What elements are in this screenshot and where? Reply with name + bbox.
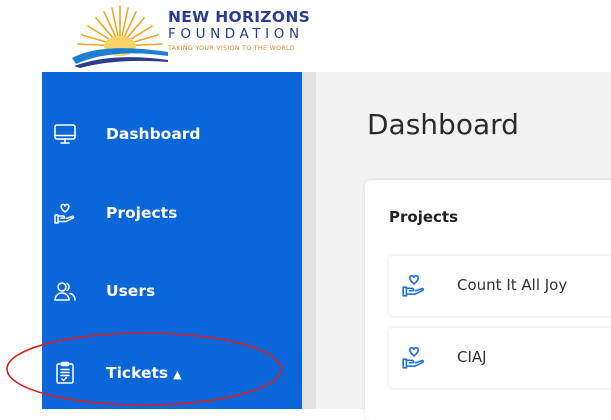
project-row-ciaj[interactable]: CIAJ <box>389 328 611 388</box>
sidebar-item-label: Tickets ▲ <box>106 364 182 382</box>
sidebar-divider <box>302 72 316 409</box>
brand-title: NEW HORIZONS <box>168 8 311 26</box>
sidebar-item-label: Projects <box>106 204 178 222</box>
sidebar-item-users[interactable]: Users <box>42 271 302 311</box>
card-title: Projects <box>389 208 459 226</box>
users-icon <box>54 282 76 301</box>
project-name: CIAJ <box>457 348 487 366</box>
heart-hand-icon <box>402 346 425 369</box>
page-title: Dashboard <box>367 108 519 141</box>
brand-tagline: TAKING YOUR VISION TO THE WORLD <box>168 45 295 52</box>
sidebar-item-label: Users <box>106 282 156 300</box>
sidebar-nav: Dashboard Projects Users Tickets ▲ <box>42 72 302 409</box>
main-content: Dashboard Projects Count It All Joy CIAJ <box>316 72 611 420</box>
brand-subtitle: FOUNDATION <box>168 26 304 42</box>
top-header: NEW HORIZONS FOUNDATION TAKING YOUR VISI… <box>0 0 611 72</box>
projects-card: Projects Count It All Joy CIAJ <box>365 180 611 420</box>
monitor-icon <box>54 124 76 144</box>
sunburst-logo-icon <box>72 5 168 68</box>
sidebar-item-tickets[interactable]: Tickets ▲ <box>42 353 302 393</box>
project-name: Count It All Joy <box>457 276 568 294</box>
sidebar-item-dashboard[interactable]: Dashboard <box>42 114 302 154</box>
sidebar-item-label: Dashboard <box>106 125 201 143</box>
sidebar-item-projects[interactable]: Projects <box>42 193 302 233</box>
new-horizons-logo[interactable]: NEW HORIZONS FOUNDATION TAKING YOUR VISI… <box>72 2 342 68</box>
project-row-count-it-all-joy[interactable]: Count It All Joy <box>389 256 611 316</box>
heart-hand-icon <box>54 203 75 224</box>
clipboard-icon <box>56 361 74 384</box>
caret-up-icon: ▲ <box>173 368 182 381</box>
heart-hand-icon <box>402 274 425 297</box>
